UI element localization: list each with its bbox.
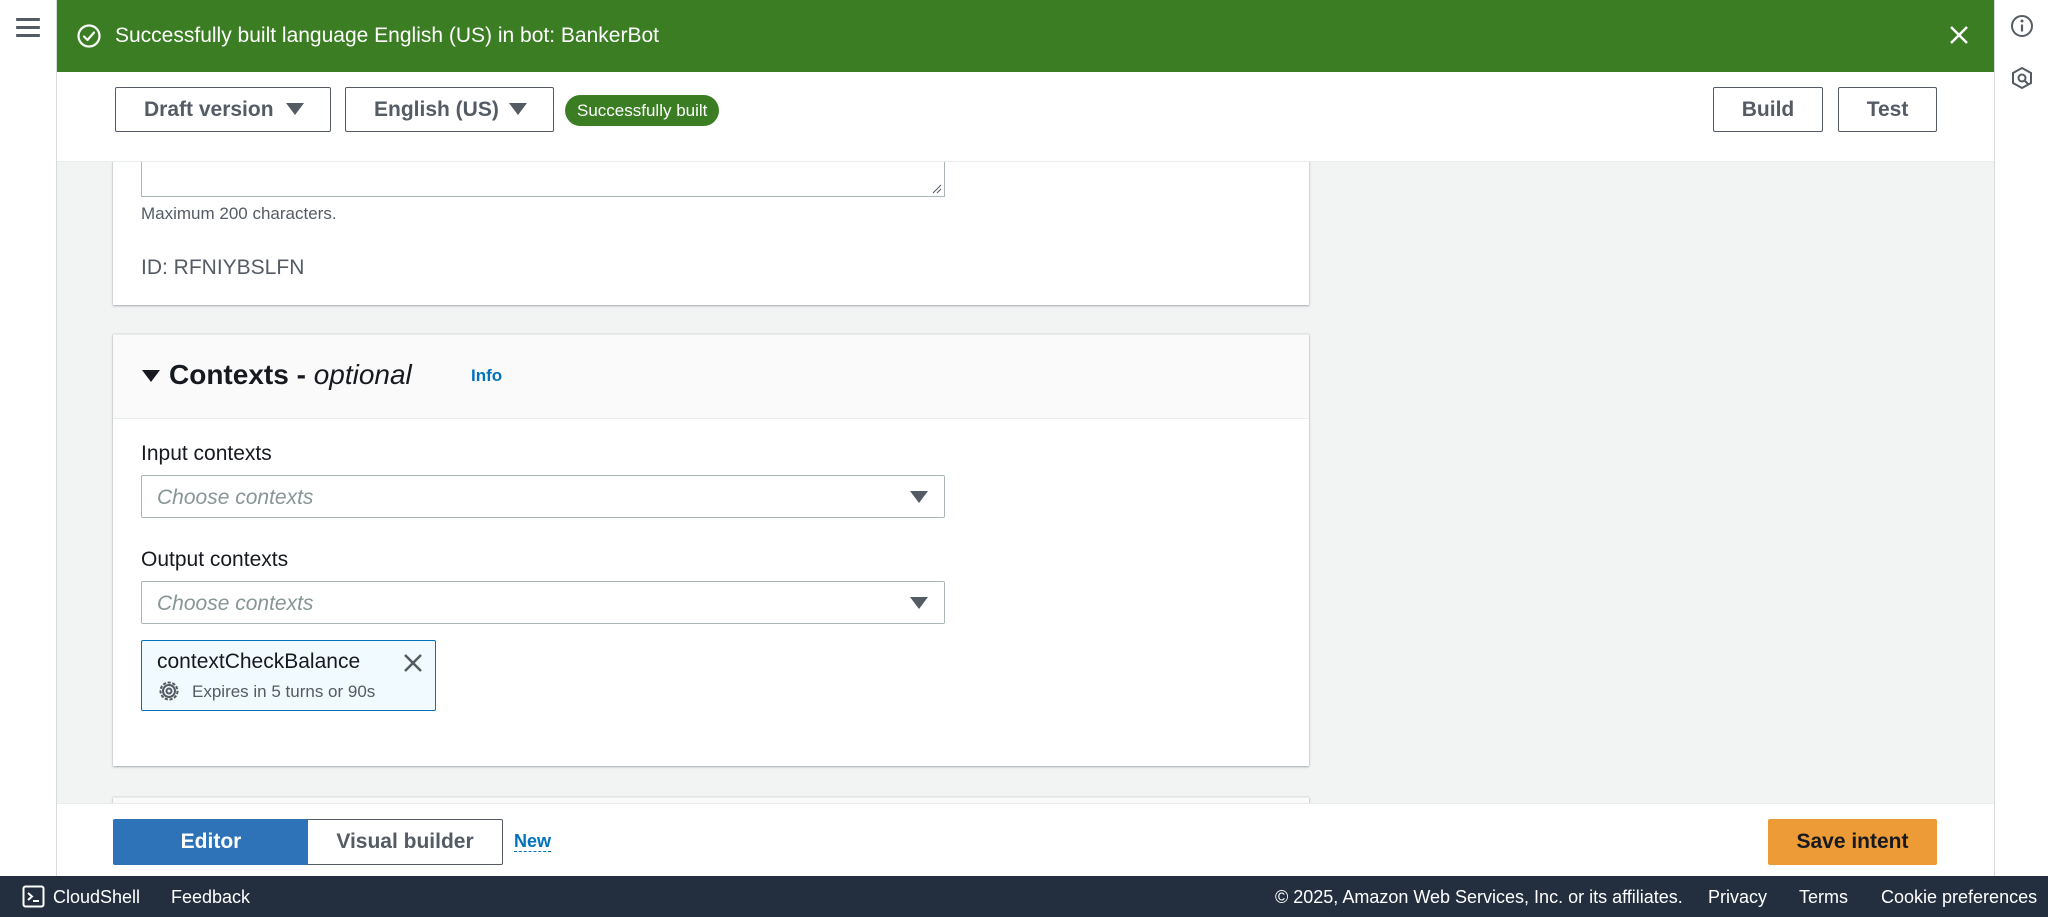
gear-icon [159,681,179,701]
input-contexts-label: Input contexts [141,442,272,465]
feedback-link[interactable]: Feedback [171,887,250,908]
console-footer: CloudShell Feedback © 2025, Amazon Web S… [0,876,2048,917]
resize-grip-icon[interactable] [932,184,942,194]
info-circle-icon[interactable] [2010,14,2034,38]
version-select-value: Draft version [144,97,274,121]
hamburger-menu-icon[interactable] [16,18,40,38]
caret-down-icon [509,103,527,115]
contexts-title-text: Contexts - [169,359,306,390]
description-hint: Maximum 200 characters. [141,204,337,223]
output-contexts-placeholder: Choose contexts [157,592,314,615]
input-contexts-placeholder: Choose contexts [157,486,314,509]
cloudshell-link[interactable]: CloudShell [53,887,140,908]
cookie-preferences-link[interactable]: Cookie preferences [1881,887,2037,908]
version-select[interactable]: Draft version [115,87,331,132]
editor-tab[interactable]: Editor [113,819,309,865]
build-button[interactable]: Build [1713,87,1823,132]
context-token-name: contextCheckBalance [157,650,361,673]
main-content: Maximum 200 characters. ID: RFNIYBSLFN C… [57,0,1994,876]
expand-caret-icon[interactable] [142,370,160,382]
flash-banner: Successfully built language English (US)… [57,0,1994,72]
bottom-toolbar: Editor Visual builder New Save intent [57,803,1994,876]
flash-message: Successfully built language English (US)… [115,24,659,47]
context-token-detail: Expires in 5 turns or 90s [192,682,376,701]
terminal-icon[interactable] [22,885,45,908]
privacy-link[interactable]: Privacy [1708,887,1767,908]
output-contexts-select[interactable]: Choose contexts [141,581,945,624]
caret-down-icon [286,103,304,115]
terms-link[interactable]: Terms [1799,887,1848,908]
visual-builder-tab[interactable]: Visual builder [308,819,503,865]
status-badge: Successfully built [565,95,720,126]
caret-down-icon [910,597,928,609]
language-select[interactable]: English (US) [345,87,554,132]
intent-header-bar: Draft version English (US) Successfully … [57,72,1994,162]
input-contexts-select[interactable]: Choose contexts [141,475,945,518]
output-contexts-label: Output contexts [141,548,289,571]
contexts-title: Contexts - optional [169,359,412,391]
check-circle-icon [77,24,101,48]
intent-id: ID: RFNIYBSLFN [141,256,305,279]
right-tools-rail [1994,0,2048,876]
test-button[interactable]: Test [1838,87,1937,132]
contexts-panel: Contexts - optional Info Input contexts … [113,334,1309,766]
close-icon[interactable] [401,651,425,675]
optional-label: optional [313,359,412,390]
caret-down-icon [910,491,928,503]
close-icon[interactable] [1946,22,1972,48]
info-link[interactable]: Info [471,366,502,386]
save-intent-button[interactable]: Save intent [1768,819,1937,865]
hexagon-tool-icon[interactable] [2010,66,2034,90]
description-textarea[interactable] [141,162,945,197]
context-token[interactable]: contextCheckBalance Expires in 5 turns o… [141,640,436,711]
new-badge-link[interactable]: New [514,831,552,852]
copyright-text: © 2025, Amazon Web Services, Inc. or its… [1275,887,1683,907]
contexts-panel-header[interactable]: Contexts - optional Info [113,335,1309,419]
language-select-value: English (US) [374,97,499,121]
left-nav-rail [0,0,57,876]
